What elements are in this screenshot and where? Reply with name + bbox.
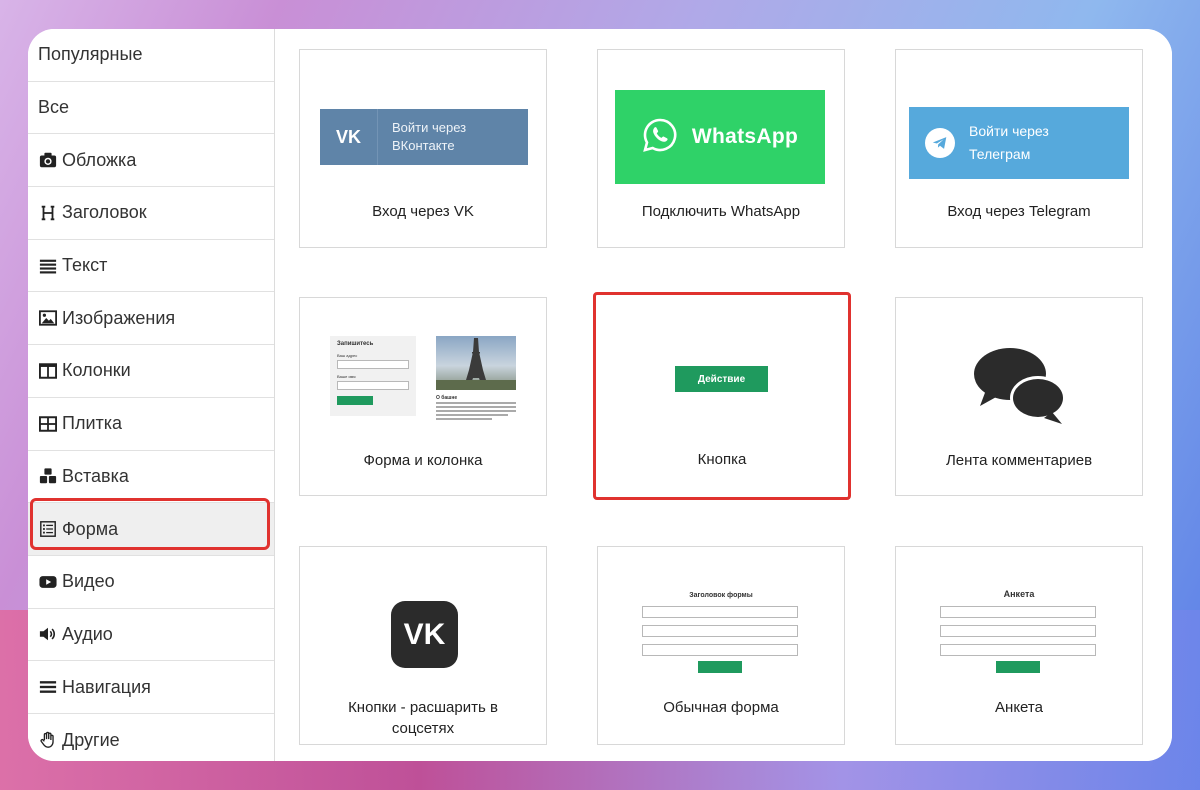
mini-form-label: Ваше имя [337,374,356,379]
vk-logo-icon: VK [391,601,458,668]
grid-icon [38,414,58,434]
text-lines-icon [38,256,58,276]
mini-form-field [337,381,409,390]
hand-icon [38,730,58,750]
columns-icon [38,361,58,381]
sidebar-item-text[interactable]: Текст [28,240,274,293]
survey-field [940,606,1096,618]
sidebar-item-label: Заголовок [62,202,147,223]
block-card-telegram[interactable]: Войти через Телеграм Вход через Telegram [895,49,1143,248]
sidebar-item-label: Плитка [62,413,123,434]
vk-login-preview: VK Войти через ВКонтакте [320,109,528,165]
whatsapp-icon [642,117,678,158]
telegram-line2: Телеграм [969,146,1031,162]
sidebar-item-label: Изображения [62,307,176,328]
youtube-icon [38,572,58,592]
sidebar-item-label: Другие [62,729,120,750]
sidebar-item-label: Все [38,97,70,118]
mini-form-submit [337,396,373,405]
vk-login-line1: Войти через [392,120,467,135]
sidebar-item-navigation[interactable]: Навигация [28,661,274,714]
sidebar-item-label: Вставка [62,465,129,486]
sidebar-item-video[interactable]: Видео [28,556,274,609]
image-icon [38,308,58,328]
block-card-button[interactable]: Действие Кнопка [593,292,851,500]
sidebar-item-label: Колонки [62,360,131,381]
whatsapp-preview: WhatsApp [615,90,825,184]
block-card-simple-form[interactable]: Заголовок формы Обычная форма [597,546,845,745]
menu-icon [38,677,58,697]
survey-field [940,644,1096,656]
mini-form-preview: Запишитесь Ваш адрес Ваше имя [330,336,416,416]
block-card-caption: Вход через VK [372,203,474,220]
simple-form-field [642,644,798,656]
sidebar-item-label: Популярные [38,44,143,65]
sidebar-item-cover[interactable]: Обложка [28,134,274,188]
vk-logo-icon: VK [320,109,378,165]
sidebar-item-columns[interactable]: Колонки [28,345,274,398]
telegram-line1: Войти через [969,123,1049,139]
sidebar-item-other[interactable]: Другие [28,714,274,761]
mini-form-label: Ваш адрес [337,353,358,358]
sidebar-item-label: Навигация [62,676,151,697]
camera-icon [38,150,58,170]
simple-form-field [642,625,798,637]
action-button-preview: Действие [675,366,768,392]
sidebar-item-label: Обложка [62,149,137,170]
sidebar-item-all[interactable]: Все [28,82,274,135]
sidebar-item-embed[interactable]: Вставка [28,451,274,504]
sidebar-item-tiles[interactable]: Плитка [28,398,274,451]
heading-icon [38,203,58,223]
article-title: О башне [436,395,458,401]
form-icon [38,519,58,539]
block-card-caption: Кнопки - расшарить в [348,699,498,716]
block-card-caption: Подключить WhatsApp [641,203,801,220]
category-sidebar: Популярные Все Обложка Заголовок Текст И… [28,29,275,761]
cubes-icon [38,466,58,486]
block-card-caption: Кнопка [697,451,747,468]
block-card-share[interactable]: VK Кнопки - расшарить в соцсетях [299,546,547,745]
sidebar-item-label: Форма [62,518,119,539]
block-card-caption: Обычная форма [663,699,779,716]
article-text-lines [436,402,516,420]
block-card-comments[interactable]: Лента комментариев [895,297,1143,496]
speaker-icon [38,624,58,644]
block-card-caption: Анкета [995,699,1043,716]
block-card-survey[interactable]: Анкета Анкета [895,546,1143,745]
sidebar-item-popular[interactable]: Популярные [28,29,274,82]
sidebar-item-form[interactable]: Форма [28,503,274,556]
block-card-whatsapp[interactable]: WhatsApp Подключить WhatsApp [597,49,845,248]
sidebar-item-label: Текст [62,255,108,276]
survey-field [940,625,1096,637]
telegram-preview: Войти через Телеграм [909,107,1129,179]
mini-form-field [337,360,409,369]
survey-title: Анкета [1003,589,1035,599]
sidebar-item-audio[interactable]: Аудио [28,609,274,662]
block-card-caption: Вход через Telegram [947,203,1091,220]
vk-login-line2: ВКонтакте [392,138,455,153]
block-card-caption: Форма и колонка [363,452,483,469]
telegram-icon [925,128,955,158]
block-grid: VK Войти через ВКонтакте Вход через VK W… [275,29,1172,761]
block-card-form-column[interactable]: Запишитесь Ваш адрес Ваше имя О башне Фо… [299,297,547,496]
comments-icon [972,346,1068,431]
whatsapp-button-label: WhatsApp [691,125,799,148]
simple-form-title: Заголовок формы [689,592,753,599]
block-card-vk-login[interactable]: VK Войти через ВКонтакте Вход через VK [299,49,547,248]
block-picker-window: Популярные Все Обложка Заголовок Текст И… [28,29,1172,761]
sidebar-item-label: Аудио [62,623,113,644]
mini-form-title: Запишитесь [337,341,374,347]
sidebar-item-label: Видео [62,571,115,592]
sidebar-item-images[interactable]: Изображения [28,292,274,346]
eiffel-tower-image [436,336,516,390]
block-card-caption: Лента комментариев [945,452,1093,469]
sidebar-item-heading[interactable]: Заголовок [28,187,274,240]
simple-form-submit [698,661,742,673]
simple-form-field [642,606,798,618]
block-card-caption: соцсетях [391,720,455,737]
survey-submit [996,661,1040,673]
